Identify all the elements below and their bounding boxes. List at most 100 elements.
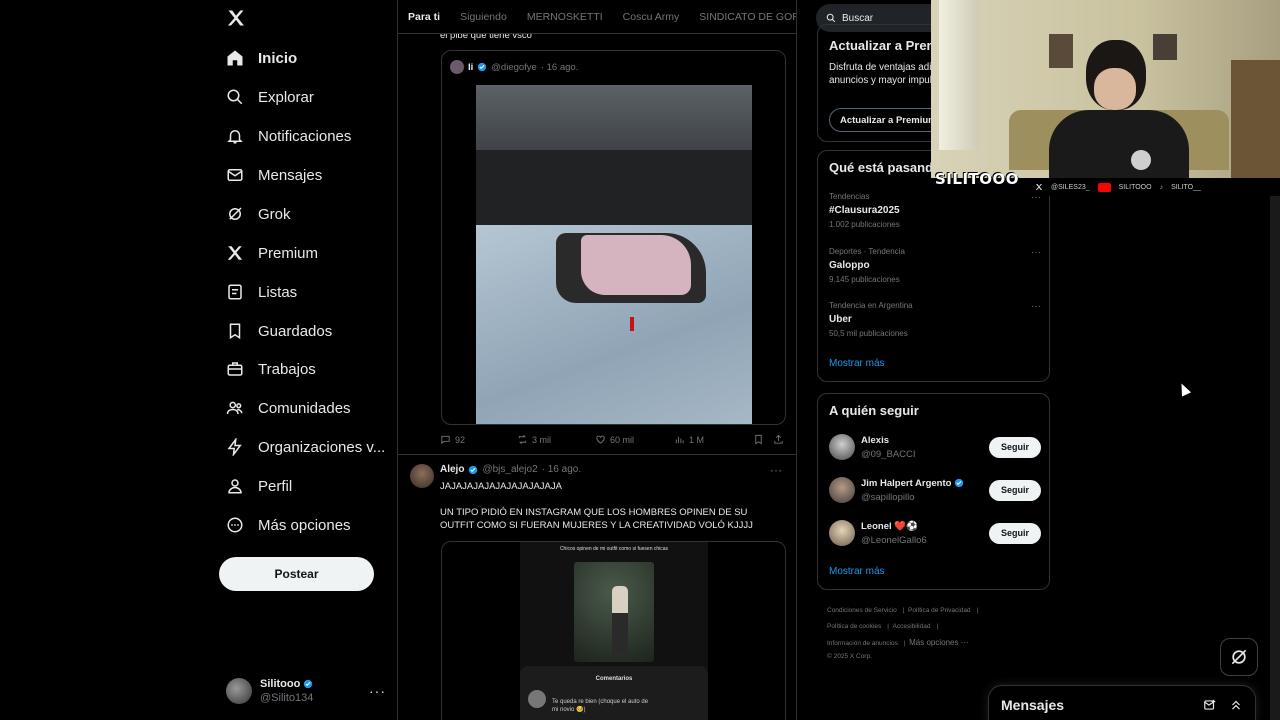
mouse-cursor-icon	[1176, 381, 1192, 397]
tweet-header: Alejo @bjs_alejo2 · 16 ago.	[440, 464, 581, 475]
tweet-author-handle[interactable]: @bjs_alejo2	[482, 464, 537, 475]
tab-list-sindicato[interactable]: SINDICATO DE GORD	[689, 0, 796, 33]
nav-label: Explorar	[258, 88, 314, 106]
tab-for-you[interactable]: Para ti	[398, 0, 450, 33]
nav-messages[interactable]: Mensajes	[226, 160, 322, 190]
follow-button[interactable]: Seguir	[989, 479, 1041, 501]
trend-item[interactable]: Tendencias #Clausura2025 1.002 publicaci…	[829, 192, 1041, 229]
footer-link[interactable]: Política de cookies	[827, 623, 881, 630]
trend-name: Uber	[829, 314, 852, 325]
footer-link[interactable]: Política de Privacidad	[908, 607, 971, 614]
tweet-actions: 92 3 mil 60 mil 1 M	[440, 434, 790, 445]
webcam-overlay: @SILES23_ SILITOOO ♪ SILITO__ SILITOOO	[931, 0, 1280, 196]
messages-dock-title: Mensajes	[1001, 697, 1065, 713]
more-dots-icon[interactable]: ···	[1031, 301, 1041, 312]
repost-button[interactable]: 3 mil	[517, 434, 595, 445]
views-chart-icon	[675, 436, 684, 444]
nav-bookmarks[interactable]: Guardados	[226, 316, 332, 346]
trend-meta: Deportes · Tendencia	[829, 247, 905, 256]
nav-notifications[interactable]: Notificaciones	[226, 121, 351, 151]
tweet-photo[interactable]	[476, 85, 752, 424]
tweet-video[interactable]: Chicos opinen de mi outfit como si fuese…	[441, 541, 786, 720]
follow-suggestion[interactable]: Leonel ❤️⚽ @LeonelGallo6 Seguir	[829, 518, 1041, 548]
nav-label: Inicio	[258, 49, 298, 67]
nav-home[interactable]: Inicio	[226, 43, 297, 73]
nav-label: Organizaciones v...	[258, 438, 386, 456]
x-logo-icon[interactable]	[226, 8, 246, 28]
reply-button[interactable]: 92	[440, 434, 517, 445]
suggestion-name: Alexis	[861, 434, 889, 446]
more-dots-icon[interactable]: ···	[770, 463, 782, 477]
footer-link[interactable]: Accesibilidad	[893, 623, 931, 630]
more-dots-icon[interactable]: ···	[369, 683, 386, 699]
verified-badge-icon	[304, 679, 313, 689]
suggestion-handle: @LeonelGallo6	[861, 534, 927, 546]
trend-meta: Tendencia en Argentina	[829, 301, 913, 310]
people-icon	[226, 399, 244, 417]
nav-label: Mensajes	[258, 166, 323, 184]
tweet-text-line: UN TIPO PIDIÓ EN INSTAGRAM QUE LOS HOMBR…	[440, 507, 753, 531]
nav-label: Premium	[258, 244, 319, 262]
more-circle-icon	[226, 516, 244, 534]
quoted-tweet[interactable]: Ii @diegofye · 16 ago.	[441, 50, 786, 425]
messages-dock[interactable]: Mensajes	[988, 685, 1256, 720]
nav-label: Guardados	[258, 322, 333, 340]
footer-link[interactable]: Más opciones ···	[909, 638, 969, 647]
social-handle: SILITO__	[1171, 183, 1201, 191]
footer-link[interactable]: Información de anuncios	[827, 640, 898, 647]
like-button[interactable]: 60 mil	[595, 434, 674, 445]
search-icon	[826, 13, 836, 23]
verified-badge-icon	[478, 62, 487, 72]
more-dots-icon[interactable]: ···	[1031, 247, 1041, 258]
comments-sheet: Comentarios Te queda re bien (choque el …	[520, 666, 708, 720]
tweet-author-name[interactable]: Alejo	[440, 464, 464, 475]
nav-explore[interactable]: Explorar	[226, 82, 314, 112]
nav-profile[interactable]: Perfil	[226, 471, 292, 501]
streamer-brand: SILITOOO	[935, 170, 1020, 188]
trend-item[interactable]: Deportes · Tendencia Galoppo 9.145 publi…	[829, 247, 1041, 284]
post-button[interactable]: Postear	[219, 557, 374, 591]
quote-time: · 16 ago.	[540, 61, 579, 73]
nav-jobs[interactable]: Trabajos	[226, 354, 316, 384]
timeline: Para ti Siguiendo MERNOSKETTI Coscu Army…	[397, 0, 797, 720]
quote-author-name: Ii	[468, 61, 474, 73]
verified-badge-icon	[955, 478, 964, 488]
share-button[interactable]	[773, 434, 784, 445]
nav-label: Grok	[258, 205, 291, 223]
bookmark-icon	[226, 322, 244, 340]
footer-link[interactable]: Condiciones de Servicio	[827, 607, 897, 614]
new-message-icon[interactable]	[1203, 698, 1217, 712]
video-frame: Chicos opinen de mi outfit como si fuese…	[520, 542, 708, 720]
tab-list-mernosketti[interactable]: MERNOSKETTI	[517, 0, 613, 33]
follow-button[interactable]: Seguir	[989, 522, 1041, 544]
show-more-link[interactable]: Mostrar más	[829, 358, 885, 369]
chevron-up-double-icon[interactable]	[1229, 698, 1243, 712]
tweet-text-line: JAJAJAJAJAJAJAJAJAJAJA	[440, 481, 562, 492]
trend-item[interactable]: Tendencia en Argentina Uber 50,5 mil pub…	[829, 301, 1041, 338]
account-switcher[interactable]: Silitooo @Silito134 ···	[226, 676, 386, 706]
views-button[interactable]: 1 M	[674, 434, 753, 445]
show-more-link[interactable]: Mostrar más	[829, 566, 885, 577]
avatar	[226, 678, 252, 704]
x-logo-icon	[226, 244, 244, 262]
follow-suggestion[interactable]: Alexis @09_BACCI Seguir	[829, 432, 1041, 462]
tweet-time[interactable]: · 16 ago.	[542, 464, 581, 475]
nav-premium[interactable]: Premium	[226, 238, 318, 268]
avatar[interactable]	[410, 464, 434, 488]
bookmark-icon	[755, 434, 762, 445]
bookmark-button[interactable]	[753, 434, 773, 445]
scrollbar[interactable]	[1270, 196, 1280, 720]
nav-communities[interactable]: Comunidades	[226, 393, 351, 423]
nav-grok[interactable]: Grok	[226, 199, 291, 229]
follow-suggestion[interactable]: Jim Halpert Argento @sapillopillo Seguir	[829, 475, 1041, 505]
avatar	[450, 60, 464, 74]
nav-lists[interactable]: Listas	[226, 277, 297, 307]
tab-list-coscu-army[interactable]: Coscu Army	[613, 0, 690, 33]
grok-button[interactable]	[1220, 638, 1258, 676]
tab-following[interactable]: Siguiendo	[450, 0, 517, 33]
nav-more-options[interactable]: Más opciones	[226, 510, 351, 540]
nav-label: Notificaciones	[258, 127, 352, 145]
suggestion-handle: @09_BACCI	[861, 448, 916, 460]
nav-organizations[interactable]: Organizaciones v...	[226, 432, 385, 462]
follow-button[interactable]: Seguir	[989, 436, 1041, 458]
